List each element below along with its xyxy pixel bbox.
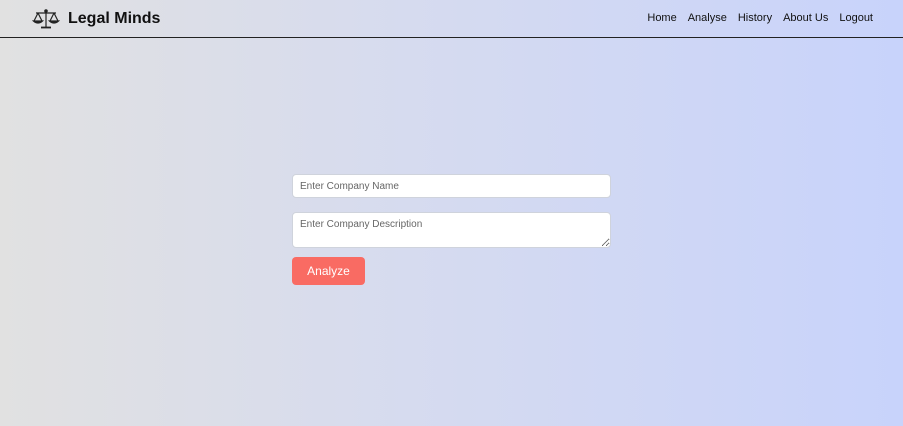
nav-item-analyse[interactable]: Analyse <box>688 12 727 24</box>
analyze-form: Analyze <box>292 174 611 285</box>
company-name-input[interactable] <box>292 174 611 198</box>
nav-menu: Home Analyse History About Us Logout <box>647 12 873 24</box>
nav-item-about-us[interactable]: About Us <box>783 12 828 24</box>
scales-of-justice-icon <box>32 8 60 30</box>
top-navbar: Legal Minds Home Analyse History About U… <box>0 0 903 38</box>
nav-item-history[interactable]: History <box>738 12 772 24</box>
nav-item-logout[interactable]: Logout <box>839 12 873 24</box>
company-description-textarea[interactable] <box>292 212 611 248</box>
brand-name: Legal Minds <box>68 10 161 27</box>
nav-item-home[interactable]: Home <box>647 12 676 24</box>
brand[interactable]: Legal Minds <box>32 8 160 30</box>
analyze-button[interactable]: Analyze <box>292 257 365 285</box>
